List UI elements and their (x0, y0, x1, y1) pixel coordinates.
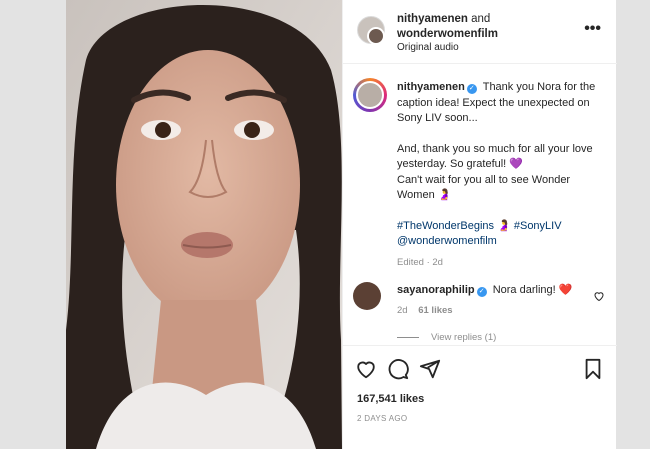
post-actions: 167,541 likes 2 DAYS AGO (343, 345, 617, 449)
authors-conjunction: and (471, 13, 491, 25)
comment-meta: 2d 61 likes (397, 305, 453, 316)
post-header: nithyamenen and wonderwomenfilm Original… (343, 0, 617, 64)
bookmark-icon[interactable] (583, 358, 603, 380)
post-sidebar: nithyamenen and wonderwomenfilm Original… (342, 0, 617, 449)
comment-like-icon[interactable] (593, 290, 605, 302)
replies-divider (397, 336, 419, 338)
hashtag-sonyliv[interactable]: #SonyLIV (514, 220, 562, 232)
post-video[interactable] (66, 0, 342, 449)
caption-hashtags: #TheWonderBegins 🤰 #SonyLIV (397, 219, 602, 235)
comment-item: sayanoraphilip ✓ Nora darling! ❤️ 2d 61 l… (343, 280, 617, 320)
post-date[interactable]: 2 DAYS AGO (357, 414, 407, 423)
collaborator-username[interactable]: wonderwomenfilm (397, 28, 498, 40)
view-replies-label: View replies (1) (431, 332, 497, 343)
page-background: nithyamenen and wonderwomenfilm Original… (0, 0, 650, 449)
collaborator-avatar[interactable] (367, 27, 385, 45)
meta-separator: · (426, 256, 430, 268)
caption-text-3: Can't wait for you all to see Wonder Wom… (397, 173, 571, 202)
comment-time[interactable]: 2d (397, 305, 408, 316)
edited-label: Edited (397, 256, 424, 268)
more-options-icon[interactable]: ••• (584, 20, 601, 38)
caption-text-2: And, thank you so much for all your love… (397, 142, 593, 171)
hashtag-thewonderbegins[interactable]: #TheWonderBegins (397, 220, 494, 232)
comment-icon[interactable] (387, 358, 409, 380)
caption-username[interactable]: nithyamenen (397, 81, 465, 93)
verified-badge-icon: ✓ (466, 84, 477, 94)
commenter-username[interactable]: sayanoraphilip (397, 284, 475, 296)
view-replies-button[interactable]: View replies (1) (397, 332, 496, 343)
caption-avatar-ring[interactable] (353, 78, 387, 112)
video-frame (66, 0, 342, 449)
commenter-avatar[interactable] (353, 282, 381, 310)
likes-count[interactable]: 167,541 likes (357, 393, 424, 405)
caption-avatar (356, 81, 384, 109)
caption-emoji: 🤰 (497, 219, 511, 232)
caption-meta: Edited · 2d (397, 255, 602, 271)
caption-time[interactable]: 2d (432, 257, 443, 268)
author-username[interactable]: nithyamenen (397, 13, 468, 25)
post-authors: nithyamenen and wonderwomenfilm (397, 12, 498, 42)
comment-body: Nora darling! ❤️ (492, 284, 573, 296)
audio-label[interactable]: Original audio (397, 42, 459, 53)
share-icon[interactable] (419, 358, 441, 380)
post-dialog: nithyamenen and wonderwomenfilm Original… (66, 0, 617, 449)
commenter-verified-icon: ✓ (476, 287, 487, 297)
comment-text: sayanoraphilip ✓ Nora darling! ❤️ (397, 283, 572, 297)
comment-likes[interactable]: 61 likes (418, 305, 452, 316)
mention-wonderwomenfilm[interactable]: @wonderwomenfilm (397, 234, 602, 250)
caption-body: nithyamenen ✓ Thank you Nora for the capt… (397, 80, 602, 270)
heart-icon[interactable] (355, 358, 377, 380)
